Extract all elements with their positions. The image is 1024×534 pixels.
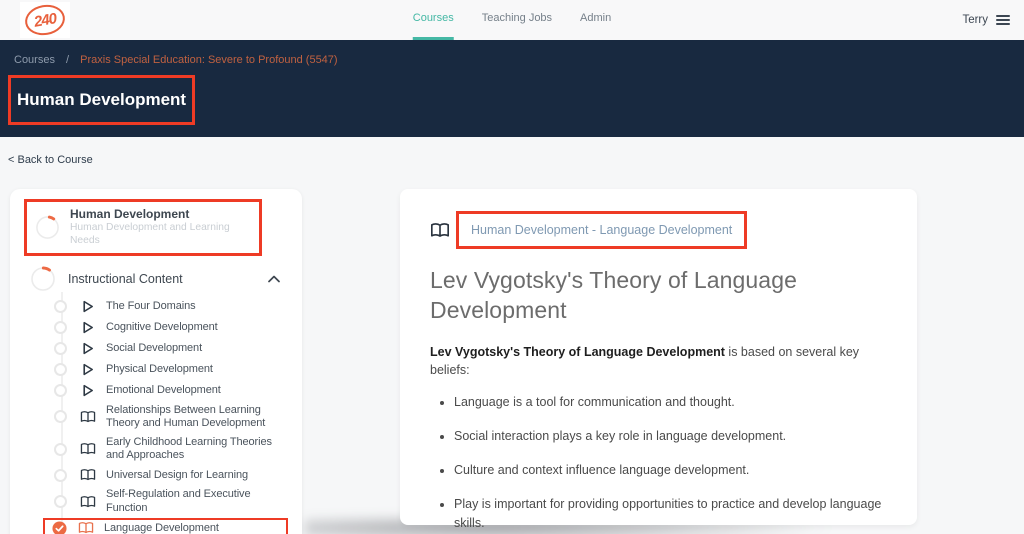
lesson-title: Lev Vygotsky's Theory of Language Develo… [430,267,797,324]
lesson-label: Social Development [106,341,203,354]
progress-dot [54,299,67,313]
lesson-label: Early Childhood Learning Theories and Ap… [106,436,272,462]
progress-dot [54,362,67,376]
lesson-header: Human Development - Language Development [430,211,887,249]
book-icon [80,495,97,509]
lesson-item[interactable]: Emotional Development [24,380,288,401]
back-to-course-link[interactable]: < Back to Course [8,154,93,166]
progress-dot [54,495,67,509]
lesson-list: The Four Domains Cognitive Development S… [24,291,288,534]
top-navigation-bar: 240 Courses Teaching Jobs Admin Terry [0,0,1024,40]
lesson-item[interactable]: Early Childhood Learning Theories and Ap… [24,433,288,465]
lesson-label: Relationships Between Learning Theory an… [106,403,266,429]
nav-courses[interactable]: Courses [412,0,454,40]
user-name: Terry [962,14,988,26]
annotation-box-module-title: Human Development [8,75,196,125]
play-icon [80,362,97,377]
lesson-content-panel: Human Development - Language Development… [400,189,917,530]
primary-nav: Courses Teaching Jobs Admin [412,0,611,40]
lesson-label: Self-Regulation and Executive Function [106,488,251,514]
lesson-label: The Four Domains [106,299,196,312]
lesson-label: Cognitive Development [106,320,218,333]
lesson-item[interactable]: Universal Design for Learning [24,465,288,485]
list-item: Culture and context influence language d… [454,461,887,480]
list-item: Language is a tool for communication and… [454,393,887,412]
sidebar-module-subtitle: Human Development and Learning Needs [70,222,230,246]
annotation-box-sidebar-module[interactable]: Human Development Human Development and … [24,199,262,256]
module-page-title: Human Development [17,90,187,109]
lesson-item[interactable]: Self-Regulation and Executive Function [24,485,288,517]
play-icon [80,383,97,398]
progress-dot [54,320,67,334]
progress-dot [54,383,67,397]
module-progress-ring-icon [35,215,60,240]
progress-dot [54,410,67,424]
breadcrumb-courses[interactable]: Courses [14,54,55,66]
lesson-intro: Lev Vygotsky's Theory of Language Develo… [430,343,887,381]
book-icon [80,410,97,424]
lesson-label: Emotional Development [106,383,221,396]
lesson-item[interactable]: Relationships Between Learning Theory an… [24,401,288,433]
annotation-box-lesson-breadcrumb: Human Development - Language Development [456,211,748,249]
course-outline-sidebar: Human Development Human Development and … [10,189,302,534]
list-item: Social interaction plays a key role in l… [454,427,887,446]
nav-admin[interactable]: Admin [580,0,611,40]
play-icon [80,341,97,356]
lesson-item[interactable]: Social Development [24,338,288,359]
user-menu[interactable]: Terry [962,14,1010,26]
hamburger-menu-icon[interactable] [996,15,1010,25]
lesson-item[interactable]: The Four Domains [24,296,288,317]
logo-240-icon: 240 [22,1,68,39]
section-instructional-content[interactable]: Instructional Content [24,266,288,292]
breadcrumb-course-name[interactable]: Praxis Special Education: Severe to Prof… [80,54,337,66]
lesson-item[interactable]: Physical Development [24,359,288,380]
chevron-up-icon[interactable] [268,275,280,283]
list-item: Play is important for providing opportun… [454,495,887,534]
play-icon [80,320,97,335]
lesson-item[interactable]: Cognitive Development [24,317,288,338]
lesson-label: Language Development [104,521,219,534]
completed-check-icon [52,521,67,534]
intro-bold-text: Lev Vygotsky's Theory of Language Develo… [430,344,725,359]
book-icon [80,468,97,482]
nav-teaching-jobs[interactable]: Teaching Jobs [482,0,552,40]
section-label: Instructional Content [68,271,183,286]
progress-dot [54,341,67,355]
progress-dot [54,442,67,456]
lesson-label: Physical Development [106,362,213,375]
belief-list: Language is a tool for communication and… [430,393,887,534]
book-icon [80,442,97,456]
lesson-breadcrumb-link[interactable]: Human Development - Language Development [471,223,732,237]
course-header-band: Courses / Praxis Special Education: Seve… [0,40,1024,137]
lesson-label: Universal Design for Learning [106,468,249,481]
breadcrumb-separator: / [66,54,70,66]
book-icon [430,222,450,239]
breadcrumb: Courses / Praxis Special Education: Seve… [14,54,1024,66]
sidebar-module-title: Human Development [70,207,190,221]
lesson-item-current[interactable]: Language Development [43,517,288,534]
progress-dot [54,468,67,482]
section-progress-ring-icon [30,266,56,292]
logo[interactable]: 240 [20,1,70,39]
book-icon [78,521,95,534]
play-icon [80,299,97,314]
